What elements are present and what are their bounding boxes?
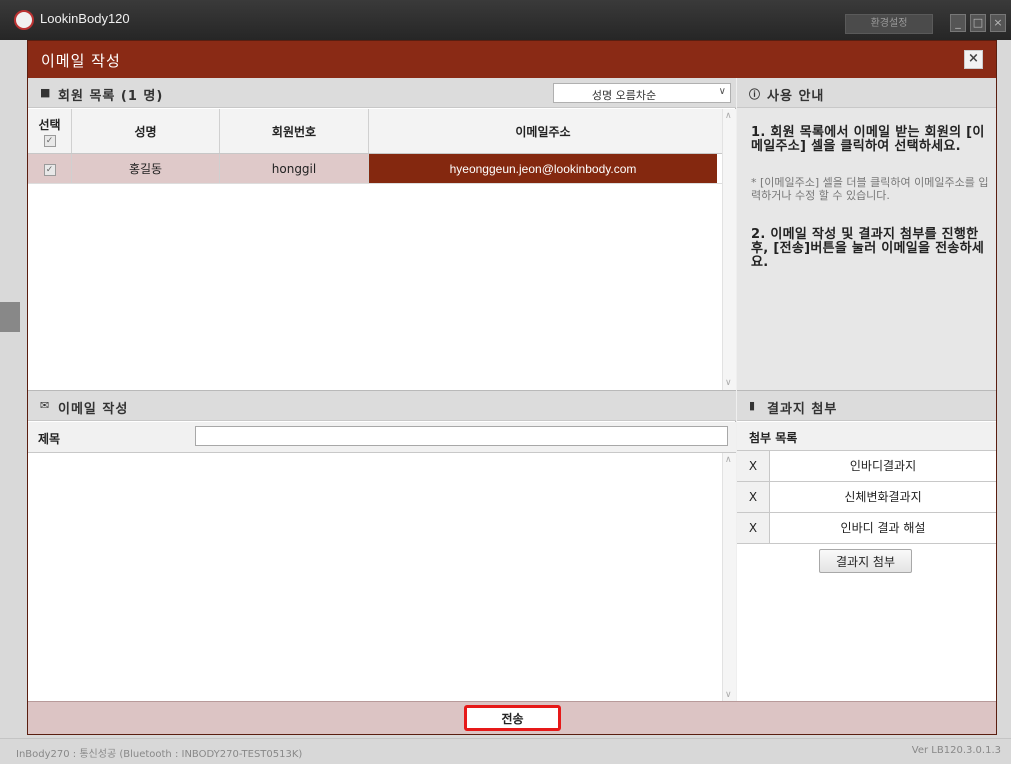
app-titlebar: LookinBody120 환경설정 _ □ × bbox=[0, 0, 1011, 40]
select-all-checkbox[interactable]: ✓ bbox=[43, 134, 56, 147]
table-row[interactable]: ✓ 홍길동 honggil hyeonggeun.jeon@lookinbody… bbox=[28, 154, 722, 184]
document-icon: ▮ bbox=[749, 399, 756, 412]
dialog-footer: 전송 bbox=[28, 701, 996, 734]
dialog-title: 이메일 작성 bbox=[41, 52, 121, 70]
sort-selected-value: 성명 오름차순 bbox=[591, 89, 657, 102]
compose-scrollbar[interactable]: ∧ ∨ bbox=[722, 453, 736, 702]
column-header-member-no[interactable]: 회원번호 bbox=[220, 109, 369, 153]
help-title: 사용 안내 bbox=[767, 89, 825, 104]
scroll-up-icon[interactable]: ∧ bbox=[725, 455, 732, 465]
send-button[interactable]: 전송 bbox=[464, 705, 561, 731]
maximize-icon[interactable]: □ bbox=[970, 14, 986, 32]
attachment-item: X 신체변화결과지 bbox=[737, 482, 996, 513]
help-panel: ⓘ 사용 안내 1. 회원 목록에서 이메일 받는 회원의 [이메일주소] 셀을… bbox=[737, 78, 996, 390]
attachment-list-label: 첨부 목록 bbox=[749, 431, 798, 445]
remove-attachment-button[interactable]: X bbox=[737, 482, 770, 512]
dialog-close-button[interactable]: × bbox=[964, 50, 983, 69]
member-list-panel: ■ 회원 목록 (1 명) 성명 오름차순 ∨ 선택 ✓ 성명 회원번호 이메일… bbox=[28, 78, 736, 390]
remove-attachment-button[interactable]: X bbox=[737, 451, 770, 481]
member-list-title: 회원 목록 (1 명) bbox=[58, 89, 164, 104]
scroll-up-icon[interactable]: ∧ bbox=[725, 111, 732, 121]
attachment-item: X 인바디 결과 해설 bbox=[737, 513, 996, 544]
cell-name[interactable]: 홍길동 bbox=[72, 154, 220, 183]
attachment-header: ▮ 결과지 첨부 bbox=[737, 391, 996, 421]
row-select-cell[interactable]: ✓ bbox=[28, 154, 72, 183]
select-header-label: 선택 bbox=[38, 117, 61, 132]
person-icon: ■ bbox=[40, 86, 51, 99]
status-bar: InBody270 : 통신성공 (Bluetooth : INBODY270-… bbox=[0, 738, 1011, 764]
attachment-name: 신체변화결과지 bbox=[844, 490, 922, 504]
attachment-name: 인바디결과지 bbox=[849, 459, 917, 473]
settings-button[interactable]: 환경설정 bbox=[845, 14, 933, 34]
member-list-scrollbar[interactable]: ∧ ∨ bbox=[722, 109, 736, 390]
help-body: 1. 회원 목록에서 이메일 받는 회원의 [이메일주소] 셀을 클릭하여 선택… bbox=[751, 126, 991, 270]
remove-attachment-button[interactable]: X bbox=[737, 513, 770, 543]
subject-label: 제목 bbox=[38, 432, 61, 446]
compose-panel: ✉ 이메일 작성 제목 ∧ ∨ bbox=[28, 390, 736, 702]
help-step-1: 1. 회원 목록에서 이메일 받는 회원의 [이메일주소] 셀을 클릭하여 선택… bbox=[751, 125, 985, 154]
attachment-panel: ▮ 결과지 첨부 첨부 목록 X 인바디결과지 X 신체변화결과지 X 인바디 … bbox=[737, 390, 996, 701]
sort-select[interactable]: 성명 오름차순 ∨ bbox=[553, 83, 731, 103]
version-label: Ver LB120.3.0.1.3 bbox=[911, 745, 1001, 756]
scroll-down-icon[interactable]: ∨ bbox=[725, 378, 732, 388]
member-list-header: ■ 회원 목록 (1 명) 성명 오름차순 ∨ bbox=[28, 78, 736, 108]
app-title: LookinBody120 bbox=[40, 11, 130, 26]
column-header-name[interactable]: 성명 bbox=[72, 109, 220, 153]
app-logo-icon bbox=[14, 10, 34, 30]
help-header: ⓘ 사용 안내 bbox=[737, 78, 996, 108]
attach-report-button[interactable]: 결과지 첨부 bbox=[819, 549, 912, 573]
background-strip bbox=[0, 302, 20, 332]
email-body-textarea[interactable] bbox=[28, 453, 722, 702]
column-header-select[interactable]: 선택 ✓ bbox=[28, 109, 72, 153]
attachment-title: 결과지 첨부 bbox=[767, 402, 838, 417]
row-checkbox[interactable]: ✓ bbox=[43, 163, 56, 176]
subject-row: 제목 bbox=[28, 422, 736, 453]
chevron-down-icon: ∨ bbox=[718, 86, 726, 97]
compose-title: 이메일 작성 bbox=[58, 402, 129, 417]
attachment-list-label-row: 첨부 목록 bbox=[737, 422, 996, 451]
column-header-email[interactable]: 이메일주소 bbox=[369, 109, 717, 153]
grid-header-row: 선택 ✓ 성명 회원번호 이메일주소 bbox=[28, 109, 722, 154]
scroll-down-icon[interactable]: ∨ bbox=[725, 690, 732, 700]
cell-member-no[interactable]: honggil bbox=[220, 154, 369, 183]
connection-status: InBody270 : 통신성공 (Bluetooth : INBODY270-… bbox=[16, 749, 303, 760]
attachment-item: X 인바디결과지 bbox=[737, 451, 996, 482]
compose-header: ✉ 이메일 작성 bbox=[28, 391, 736, 421]
help-circle-icon: ⓘ bbox=[749, 88, 760, 101]
close-window-icon[interactable]: × bbox=[990, 14, 1006, 32]
subject-input[interactable] bbox=[195, 426, 728, 446]
dialog-header: 이메일 작성 × bbox=[28, 41, 996, 78]
cell-email[interactable]: hyeonggeun.jeon@lookinbody.com bbox=[369, 154, 717, 183]
attachment-name: 인바디 결과 해설 bbox=[840, 521, 926, 535]
help-step-2: 2. 이메일 작성 및 결과지 첨부를 진행한 후, [전송]버튼을 눌러 이메… bbox=[751, 227, 985, 270]
minimize-icon[interactable]: _ bbox=[950, 14, 966, 32]
help-note: * [이메일주소] 셀을 더블 클릭하여 이메일주소를 입력하거나 수정 할 수… bbox=[751, 176, 989, 202]
email-dialog: 이메일 작성 × ■ 회원 목록 (1 명) 성명 오름차순 ∨ 선택 ✓ 성명… bbox=[27, 40, 997, 735]
envelope-icon: ✉ bbox=[40, 399, 50, 412]
